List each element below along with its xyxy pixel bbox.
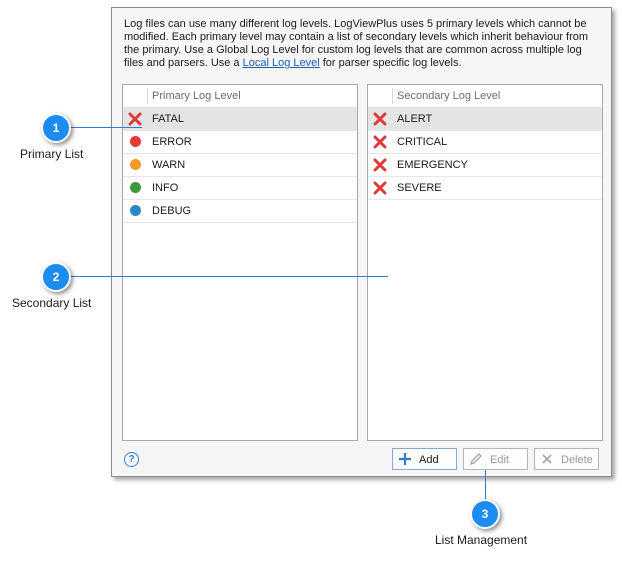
- list-item-label: EMERGENCY: [397, 159, 468, 171]
- callout-label-primary-list: Primary List: [20, 147, 84, 161]
- delete-x-icon: [542, 454, 552, 464]
- x-icon: [373, 112, 387, 126]
- green-dot-icon: [130, 182, 141, 193]
- description-part-2: for parser specific log levels.: [319, 57, 462, 69]
- callout-3-leader: [485, 470, 486, 502]
- orange-dot-icon: [130, 159, 141, 170]
- callout-badge-3: 3: [470, 499, 500, 529]
- list-item-label: SEVERE: [397, 182, 442, 194]
- primary-list-item-warn[interactable]: WARN: [123, 154, 357, 177]
- header-separator: [147, 88, 148, 104]
- list-item-label: ALERT: [397, 113, 433, 125]
- x-icon: [373, 181, 387, 195]
- pencil-icon: [469, 453, 482, 466]
- header-separator: [392, 88, 393, 104]
- callout-2-leader: [68, 276, 388, 277]
- delete-button[interactable]: Delete: [534, 448, 599, 470]
- list-item-label: DEBUG: [152, 205, 192, 217]
- list-item-label: ERROR: [152, 136, 192, 148]
- add-button-label: Add: [419, 454, 439, 466]
- plus-icon: [399, 453, 411, 465]
- primary-list-item-error[interactable]: ERROR: [123, 131, 357, 154]
- secondary-list-header: Secondary Log Level: [368, 85, 602, 108]
- edit-button-label: Edit: [490, 454, 509, 466]
- secondary-list-item-severe[interactable]: SEVERE: [368, 177, 602, 200]
- callout-label-list-management: List Management: [435, 533, 528, 547]
- red-dot-icon: [130, 136, 141, 147]
- secondary-list-item-critical[interactable]: CRITICAL: [368, 131, 602, 154]
- secondary-list-item-alert[interactable]: ALERT: [368, 108, 602, 131]
- x-icon: [373, 158, 387, 172]
- secondary-list-header-label: Secondary Log Level: [397, 90, 501, 102]
- x-icon: [373, 135, 387, 149]
- primary-list-header-label: Primary Log Level: [152, 90, 241, 102]
- primary-list-item-fatal[interactable]: FATAL: [123, 108, 357, 131]
- log-levels-panel: Log files can use many different log lev…: [111, 7, 612, 477]
- secondary-list[interactable]: Secondary Log Level ALERT CRITICAL EMERG…: [367, 84, 603, 441]
- primary-list[interactable]: Primary Log Level FATAL ERROR WARN INFO …: [122, 84, 358, 441]
- help-icon[interactable]: ?: [124, 452, 139, 467]
- delete-button-label: Delete: [561, 454, 593, 466]
- callout-label-secondary-list: Secondary List: [12, 296, 92, 310]
- primary-list-item-info[interactable]: INFO: [123, 177, 357, 200]
- callout-badge-2: 2: [41, 262, 71, 292]
- list-item-label: INFO: [152, 182, 179, 194]
- blue-dot-icon: [130, 205, 141, 216]
- secondary-list-item-emergency[interactable]: EMERGENCY: [368, 154, 602, 177]
- list-item-label: FATAL: [152, 113, 184, 125]
- x-icon: [128, 112, 142, 126]
- list-item-label: CRITICAL: [397, 136, 448, 148]
- description-text: Log files can use many different log lev…: [124, 18, 604, 70]
- callout-badge-1: 1: [41, 113, 71, 143]
- primary-list-item-debug[interactable]: DEBUG: [123, 200, 357, 223]
- callout-1-leader: [68, 127, 142, 128]
- primary-list-header: Primary Log Level: [123, 85, 357, 108]
- local-log-level-link[interactable]: Local Log Level: [243, 57, 320, 69]
- add-button[interactable]: Add: [392, 448, 457, 470]
- list-item-label: WARN: [152, 159, 186, 171]
- edit-button[interactable]: Edit: [463, 448, 528, 470]
